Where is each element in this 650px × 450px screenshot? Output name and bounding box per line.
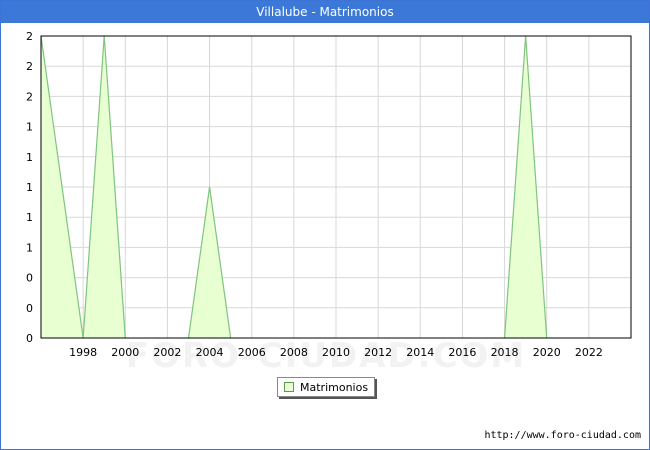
legend-swatch (284, 382, 294, 392)
x-tick-label: 2004 (196, 346, 224, 359)
y-axis-ticks: 0 0 0 1 1 1 1 1 2 2 2 (26, 30, 33, 345)
y-tick-label: 0 (26, 302, 33, 315)
x-tick-label: 1998 (69, 346, 97, 359)
legend-label: Matrimonios (300, 380, 369, 394)
area-fill (188, 187, 231, 338)
y-tick-label: 1 (26, 151, 33, 164)
source-url[interactable]: http://www.foro-ciudad.com (484, 430, 641, 441)
chart-window: Villalube - Matrimonios FORO-CIUDAD.COM … (0, 0, 650, 450)
x-tick-label: 2010 (322, 346, 350, 359)
legend: Matrimonios (277, 377, 375, 397)
x-tick-label: 2022 (575, 346, 603, 359)
x-tick-label: 2012 (364, 346, 392, 359)
y-tick-label: 1 (26, 181, 33, 194)
y-tick-label: 2 (26, 60, 33, 73)
x-tick-label: 2016 (448, 346, 476, 359)
x-tick-label: 2020 (533, 346, 561, 359)
x-tick-label: 2002 (153, 346, 181, 359)
x-tick-label: 2000 (111, 346, 139, 359)
x-tick-label: 2008 (280, 346, 308, 359)
y-tick-label: 2 (26, 90, 33, 103)
x-tick-label: 2006 (238, 346, 266, 359)
y-tick-label: 1 (26, 121, 33, 134)
y-tick-label: 1 (26, 241, 33, 254)
y-tick-label: 0 (26, 332, 33, 345)
y-tick-label: 2 (26, 30, 33, 43)
x-tick-label: 2018 (491, 346, 519, 359)
y-tick-label: 1 (26, 211, 33, 224)
x-tick-label: 2014 (406, 346, 434, 359)
y-tick-label: 0 (26, 272, 33, 285)
